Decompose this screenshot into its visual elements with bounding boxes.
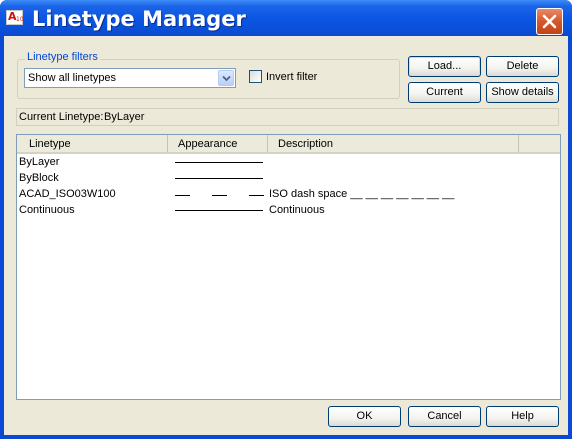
column-header-linetype[interactable]: Linetype xyxy=(17,135,168,152)
dash-segment xyxy=(249,195,264,196)
linetype-description: Continuous xyxy=(269,204,325,216)
table-row[interactable]: ByLayer xyxy=(17,155,560,171)
column-header-appearance[interactable]: Appearance xyxy=(168,135,268,152)
table-row[interactable]: ACAD_ISO03W100 ISO dash space __ __ __ _… xyxy=(17,187,560,203)
chevron-down-icon xyxy=(222,75,231,82)
current-button[interactable]: Current xyxy=(408,82,481,103)
help-button[interactable]: Help xyxy=(486,406,559,427)
column-header-description-label: Description xyxy=(278,138,334,150)
invert-filter-checkbox[interactable] xyxy=(249,70,262,83)
current-linetype-value: ByLayer xyxy=(104,111,145,123)
dash-segment xyxy=(212,195,227,196)
linetype-description: ISO dash space __ __ __ __ __ __ __ xyxy=(269,188,455,200)
autocad-app-icon[interactable]: A 10 xyxy=(6,10,24,25)
dialog-client-area: Linetype filters Show all linetypes Inve… xyxy=(4,36,568,435)
current-linetype-bar: Current Linetype: ByLayer xyxy=(16,108,559,126)
load-button[interactable]: Load... xyxy=(408,56,481,77)
dash-segment xyxy=(175,195,190,196)
table-row[interactable]: Continuous Continuous xyxy=(17,203,560,219)
invert-filter-label[interactable]: Invert filter xyxy=(266,71,317,83)
linetype-appearance-solid xyxy=(175,210,263,211)
window-title: Linetype Manager xyxy=(32,7,246,31)
linetype-manager-window: A 10 Linetype Manager Linetype filters S… xyxy=(0,0,572,439)
linetype-name: Continuous xyxy=(19,204,75,216)
close-button[interactable] xyxy=(536,8,563,35)
linetype-name: ByBlock xyxy=(19,172,59,184)
ok-button[interactable]: OK xyxy=(328,406,401,427)
column-header-linetype-label: Linetype xyxy=(29,138,71,150)
linetype-appearance-solid xyxy=(175,162,263,163)
app-icon-number: 10 xyxy=(16,16,24,23)
table-row[interactable]: ByBlock xyxy=(17,171,560,187)
linetype-filter-dropdown[interactable]: Show all linetypes xyxy=(24,68,236,88)
linetype-name: ByLayer xyxy=(19,156,60,168)
cancel-button[interactable]: Cancel xyxy=(408,406,481,427)
show-details-button[interactable]: Show details xyxy=(486,82,559,103)
dropdown-arrow-button[interactable] xyxy=(218,70,234,86)
column-header-description[interactable]: Description xyxy=(268,135,519,152)
linetype-name: ACAD_ISO03W100 xyxy=(19,188,116,200)
linetype-appearance-solid xyxy=(175,178,263,179)
list-header: Linetype Appearance Description xyxy=(17,135,560,154)
title-bar[interactable]: A 10 Linetype Manager xyxy=(0,0,572,36)
linetype-list[interactable]: Linetype Appearance Description ByLayer … xyxy=(16,134,561,400)
linetype-filter-selected: Show all linetypes xyxy=(28,72,117,84)
delete-button[interactable]: Delete xyxy=(486,56,559,77)
column-header-appearance-label: Appearance xyxy=(178,138,238,150)
close-icon xyxy=(542,14,557,29)
linetype-filters-legend: Linetype filters xyxy=(25,51,100,63)
current-linetype-label: Current Linetype: xyxy=(19,111,104,123)
